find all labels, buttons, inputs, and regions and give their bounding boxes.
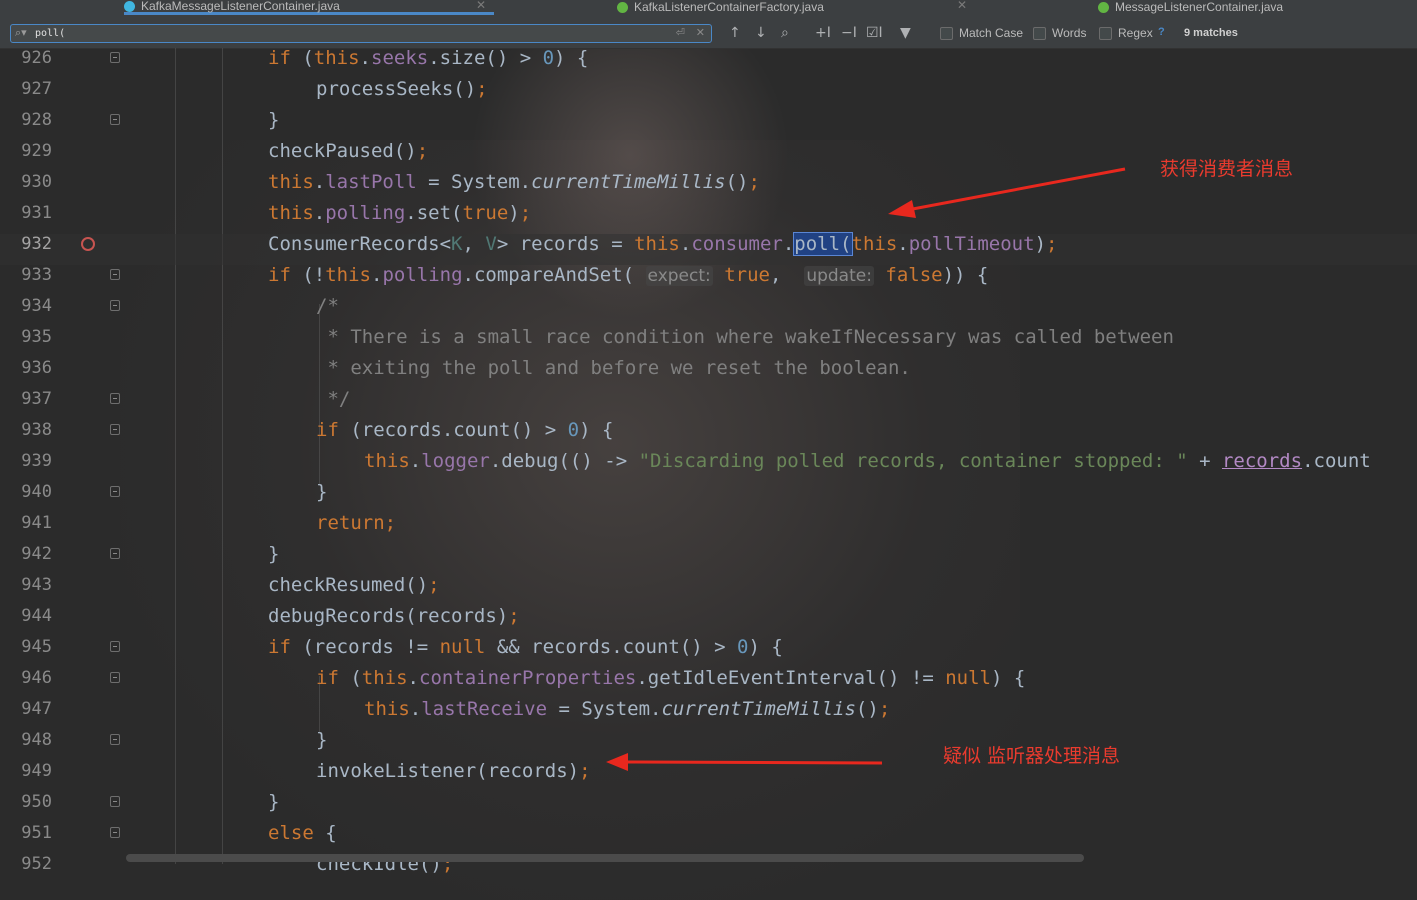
arrow-icon — [888, 167, 1126, 218]
annotation-listener-process-message: 疑似 监听器处理消息 — [943, 745, 1121, 767]
arrow-icon — [606, 753, 883, 771]
annotation-arrows — [606, 167, 1126, 771]
horizontal-scrollbar[interactable] — [126, 854, 1084, 862]
annotation-get-consumer-message: 获得消费者消息 — [1160, 158, 1294, 180]
